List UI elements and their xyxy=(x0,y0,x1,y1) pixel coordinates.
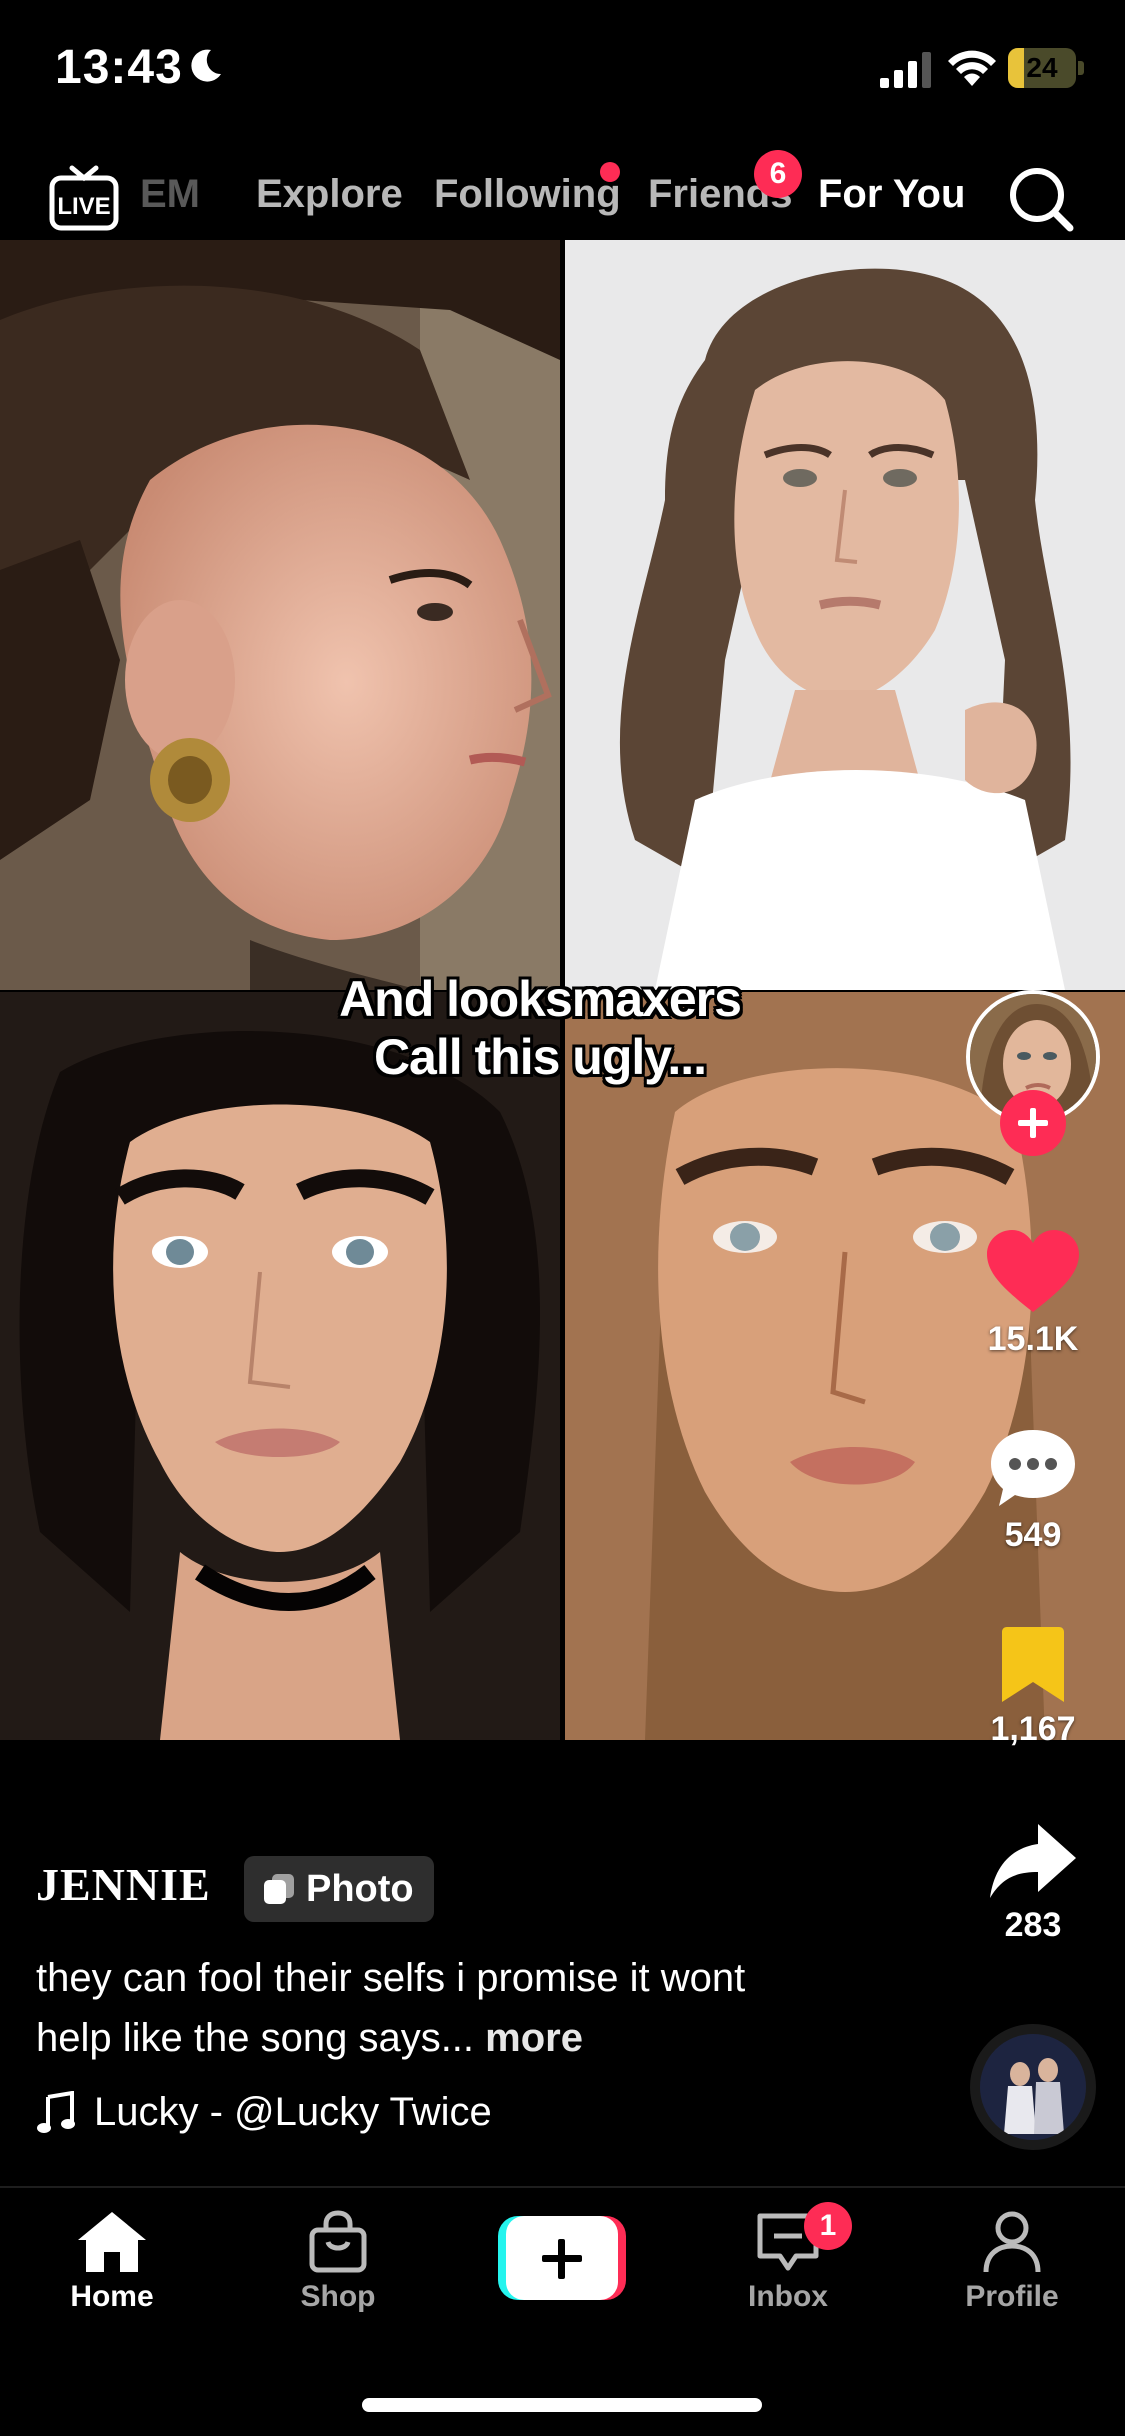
description-text: they can fool their selfs i promise it w… xyxy=(36,1956,746,2060)
tab-home-label: Home xyxy=(70,2280,154,2313)
battery-icon: 24 xyxy=(1008,48,1084,88)
home-icon xyxy=(78,2212,146,2272)
more-link[interactable]: more xyxy=(485,2016,583,2060)
top-nav: LIVE EM Explore Following Friends 6 For … xyxy=(0,150,1125,256)
tab-inbox-label: Inbox xyxy=(748,2280,828,2313)
caption-overlay: And looksmaxers Call this ugly... xyxy=(240,970,840,1086)
share-arrow-icon xyxy=(990,1824,1076,1898)
music-note-icon xyxy=(37,2090,75,2133)
home-indicator xyxy=(362,2398,762,2412)
heart-icon xyxy=(987,1230,1079,1312)
save-count: 1,167 xyxy=(990,1710,1076,1748)
tab-home[interactable]: Home xyxy=(32,2210,192,2314)
photo-tag-label: Photo xyxy=(306,1867,414,1910)
share-button[interactable]: 283 xyxy=(970,1822,1096,1945)
like-button[interactable]: 15.1K xyxy=(970,1228,1096,1359)
tab-stem[interactable]: EM xyxy=(140,172,200,217)
music-title: Lucky - @Lucky Twice xyxy=(94,2090,492,2134)
follow-plus-button[interactable] xyxy=(1000,1090,1066,1156)
tab-explore[interactable]: Explore xyxy=(256,172,403,217)
photo-mode-tag: Photo xyxy=(244,1856,434,1922)
caption-line-1: And looksmaxers xyxy=(339,971,742,1027)
like-count: 15.1K xyxy=(987,1320,1079,1358)
following-notification-dot xyxy=(600,162,620,182)
live-label: LIVE xyxy=(57,193,110,220)
tab-for-you[interactable]: For You xyxy=(818,172,965,217)
share-count: 283 xyxy=(1004,1906,1062,1944)
comment-button[interactable]: 549 xyxy=(970,1426,1096,1555)
friends-badge: 6 xyxy=(754,150,802,198)
tab-inbox[interactable]: 1 Inbox xyxy=(708,2202,868,2314)
photo-front-white-top xyxy=(565,240,1125,990)
profile-icon xyxy=(983,2211,1041,2273)
search-icon[interactable] xyxy=(1006,164,1076,234)
post-description: they can fool their selfs i promise it w… xyxy=(36,1948,796,2068)
photo-profile-side xyxy=(0,240,560,990)
wifi-icon xyxy=(948,50,996,86)
live-icon[interactable]: LIVE xyxy=(48,162,120,234)
bookmark-icon xyxy=(1002,1627,1064,1702)
signal-icon xyxy=(880,52,931,88)
music-info[interactable]: Lucky - @Lucky Twice xyxy=(36,2090,492,2135)
photo-front-dark-hair xyxy=(0,992,560,1740)
caption-line-2: Call this ugly... xyxy=(373,1029,707,1085)
tab-following[interactable]: Following xyxy=(434,172,621,217)
moon-icon xyxy=(191,49,221,82)
comment-icon xyxy=(991,1430,1075,1506)
save-button[interactable]: 1,167 xyxy=(970,1626,1096,1749)
inbox-badge: 1 xyxy=(804,2202,852,2250)
author-name[interactable]: JENNIE xyxy=(36,1858,211,1911)
tab-shop-label: Shop xyxy=(300,2280,376,2313)
comment-count: 549 xyxy=(1004,1516,1062,1554)
create-button[interactable] xyxy=(498,2216,626,2300)
tab-profile[interactable]: Profile xyxy=(932,2210,1092,2314)
battery-level: 24 xyxy=(1026,52,1058,83)
photo-stack-icon xyxy=(264,1874,294,1904)
tab-shop[interactable]: Shop xyxy=(258,2210,418,2314)
tab-profile-label: Profile xyxy=(965,2280,1059,2313)
status-bar: 13:43 24 xyxy=(0,0,1125,140)
shopping-bag-icon xyxy=(309,2210,367,2273)
music-disc[interactable] xyxy=(970,2024,1096,2150)
status-time: 13:43 xyxy=(55,41,183,94)
